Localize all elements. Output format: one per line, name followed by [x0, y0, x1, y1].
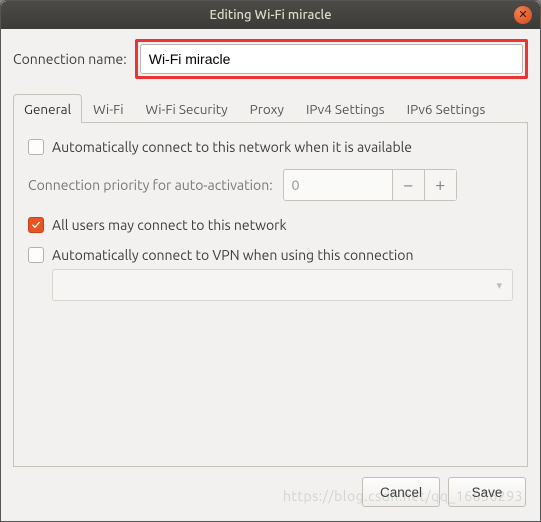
vpn-dropdown[interactable]: ▾: [52, 269, 513, 301]
dialog-footer: Cancel Save: [1, 467, 540, 521]
check-icon: ✓: [32, 219, 40, 232]
tab-bar: General Wi-Fi Wi-Fi Security Proxy IPv4 …: [13, 93, 528, 123]
auto-vpn-row: Automatically connect to VPN when using …: [28, 247, 513, 263]
save-button[interactable]: Save: [448, 477, 526, 507]
auto-connect-label: Automatically connect to this network wh…: [52, 139, 412, 155]
priority-spinner: − +: [283, 169, 457, 201]
connection-name-row: Connection name:: [13, 39, 528, 79]
tab-general[interactable]: General: [13, 94, 82, 123]
priority-decrement-button[interactable]: −: [392, 170, 424, 200]
priority-input[interactable]: [284, 170, 392, 200]
tab-wifi[interactable]: Wi-Fi: [82, 94, 134, 123]
cancel-button[interactable]: Cancel: [362, 477, 440, 507]
priority-label: Connection priority for auto-activation:: [28, 177, 273, 193]
auto-connect-checkbox[interactable]: [28, 139, 44, 155]
minus-icon: −: [403, 175, 413, 195]
chevron-down-icon: ▾: [496, 279, 502, 292]
general-panel: Automatically connect to this network wh…: [13, 123, 528, 467]
window: Editing Wi-Fi miracle ✕ Connection name:…: [0, 0, 541, 522]
tab-ipv6[interactable]: IPv6 Settings: [396, 94, 497, 123]
tab-ipv4[interactable]: IPv4 Settings: [295, 94, 396, 123]
auto-vpn-checkbox[interactable]: [28, 247, 44, 263]
tab-wifi-security[interactable]: Wi-Fi Security: [134, 94, 238, 123]
plus-icon: +: [435, 175, 445, 195]
priority-increment-button[interactable]: +: [424, 170, 456, 200]
close-button[interactable]: ✕: [514, 6, 532, 24]
all-users-row: ✓ All users may connect to this network: [28, 217, 513, 233]
tab-proxy[interactable]: Proxy: [239, 94, 295, 123]
all-users-label: All users may connect to this network: [52, 217, 287, 233]
auto-vpn-label: Automatically connect to VPN when using …: [52, 247, 413, 263]
auto-connect-row: Automatically connect to this network wh…: [28, 139, 513, 155]
all-users-checkbox[interactable]: ✓: [28, 217, 44, 233]
content-area: Connection name: General Wi-Fi Wi-Fi Sec…: [1, 29, 540, 467]
connection-name-highlight: [135, 39, 528, 79]
close-icon: ✕: [518, 10, 527, 21]
priority-row: Connection priority for auto-activation:…: [28, 169, 513, 201]
connection-name-label: Connection name:: [13, 51, 127, 67]
connection-name-input[interactable]: [140, 44, 523, 74]
window-title: Editing Wi-Fi miracle: [209, 8, 331, 22]
titlebar: Editing Wi-Fi miracle ✕: [1, 1, 540, 29]
